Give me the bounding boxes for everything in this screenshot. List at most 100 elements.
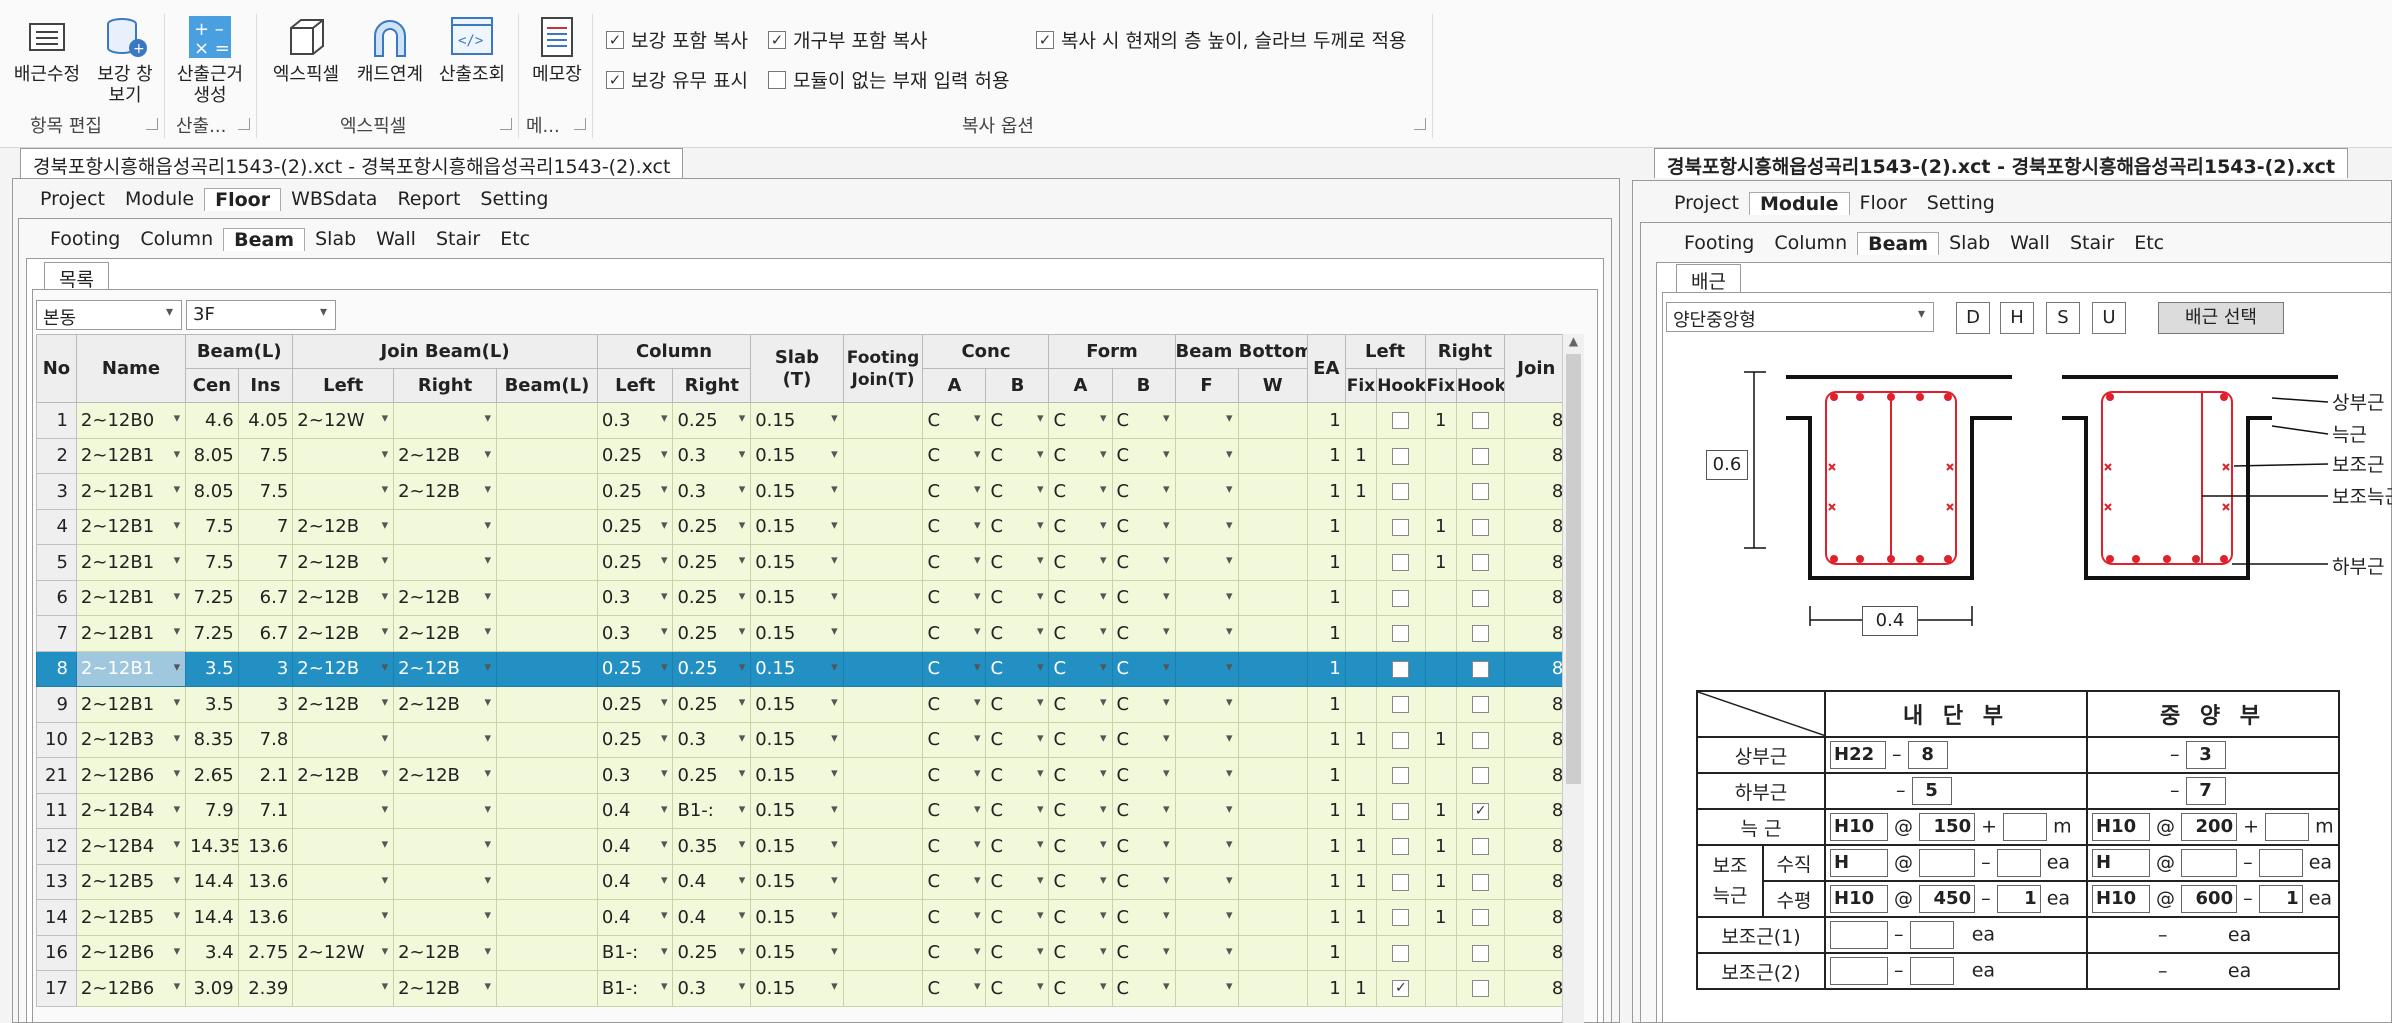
cell-bottom-f[interactable] [1174, 686, 1239, 723]
cell-form-b[interactable]: C [1111, 721, 1176, 758]
header-left-hook[interactable]: Hook [1376, 368, 1426, 403]
checkbox-icon[interactable] [1392, 802, 1410, 820]
cell-right-hook[interactable] [1455, 934, 1506, 971]
cell-right-hook[interactable]: ✓ [1455, 792, 1506, 829]
checkbox-icon[interactable] [1472, 873, 1490, 891]
cell-ins[interactable]: 7.5 [237, 437, 294, 474]
header-conc[interactable]: Conc [922, 334, 1050, 369]
option-show-reinforce[interactable]: ✓ 보강 유무 표시 [606, 66, 748, 93]
cell-name[interactable]: 2~12B1 [75, 473, 187, 510]
cell-no[interactable]: 7 [36, 615, 77, 652]
cell-form-b[interactable]: C [1111, 579, 1176, 616]
header-no[interactable]: No [36, 334, 77, 403]
cell-conc-b[interactable]: C [985, 934, 1050, 971]
cell-ins[interactable]: 13.6 [237, 863, 294, 900]
cell-join[interactable]: 8 [1504, 792, 1569, 829]
tab-report[interactable]: Report [387, 188, 470, 211]
cell-join-left[interactable]: 2~12B [292, 615, 395, 652]
cell-footing-join[interactable] [842, 615, 924, 652]
cell-join-left[interactable] [292, 970, 395, 1007]
checkbox-icon[interactable] [1472, 838, 1490, 856]
checkbox-icon[interactable] [1392, 909, 1410, 927]
cell-join-right[interactable] [393, 828, 498, 865]
notepad-button[interactable]: 메모장 [524, 14, 590, 85]
cell-join[interactable]: 8 [1504, 934, 1569, 971]
cell-join[interactable]: 8 [1504, 650, 1569, 687]
cell-join-beam[interactable] [496, 899, 598, 936]
cell-conc-a[interactable]: C [922, 757, 987, 794]
cell-ins[interactable]: 6.7 [237, 579, 294, 616]
header-bottom-w[interactable]: W [1237, 368, 1308, 403]
cell-slab[interactable]: 0.15 [750, 934, 844, 971]
cell-join-right[interactable] [393, 544, 498, 581]
header-bottom-f[interactable]: F [1174, 368, 1239, 403]
cell-form-a[interactable]: C [1048, 934, 1113, 971]
table-row[interactable]: 112~12B47.97.10.4B1-:0.15CCCC111✓8 [36, 792, 1580, 829]
cell-join[interactable]: 8 [1504, 828, 1569, 865]
cell-form-a[interactable]: C [1048, 402, 1113, 439]
cell-col-right[interactable]: 0.3 [672, 721, 752, 758]
cell-slab[interactable]: 0.15 [750, 615, 844, 652]
cell-name[interactable]: 2~12B1 [75, 686, 187, 723]
table-row[interactable]: 212~12B62.652.12~12B2~12B0.30.250.15CCCC… [36, 757, 1580, 794]
cell-slab[interactable]: 0.15 [750, 544, 844, 581]
cell-join-left[interactable] [292, 828, 395, 865]
cell-conc-b[interactable]: C [985, 686, 1050, 723]
cell-cen[interactable]: 8.05 [185, 437, 239, 474]
cell-bottom-f[interactable] [1174, 402, 1239, 439]
cell-footing-join[interactable] [842, 934, 924, 971]
cell-col-left[interactable]: 0.25 [596, 544, 674, 581]
checkbox-icon[interactable] [768, 70, 786, 89]
checkbox-icon[interactable] [1472, 412, 1490, 430]
cell-col-left[interactable]: 0.4 [596, 899, 674, 936]
calc-basis-button[interactable]: + – × = 산출근거 생성 [170, 14, 250, 106]
cell-name[interactable]: 2~12B6 [75, 970, 187, 1007]
checkbox-icon[interactable]: ✓ [1392, 980, 1410, 998]
cell-conc-a[interactable]: C [922, 792, 987, 829]
cell-right-fix[interactable] [1424, 757, 1457, 794]
group-launcher-icon[interactable] [238, 118, 250, 130]
stir-mid-spacing[interactable]: 200 [2181, 813, 2238, 841]
cell-right-hook[interactable] [1455, 402, 1506, 439]
tab-module[interactable]: Module [1749, 192, 1850, 215]
cell-name[interactable]: 2~12B6 [75, 757, 187, 794]
cell-cen[interactable]: 7.9 [185, 792, 239, 829]
cell-conc-a[interactable]: C [922, 508, 987, 545]
cell-col-left[interactable]: 0.25 [596, 686, 674, 723]
cell-right-fix[interactable] [1424, 473, 1457, 510]
option-copy-with-opening[interactable]: ✓ 개구부 포함 복사 [768, 26, 927, 53]
cell-name[interactable]: 2~12B1 [75, 437, 187, 474]
cell-form-b[interactable]: C [1111, 686, 1176, 723]
cell-right-fix[interactable]: 1 [1424, 828, 1457, 865]
cell-join-right[interactable]: 2~12B [393, 437, 498, 474]
cell-form-b[interactable]: C [1111, 863, 1176, 900]
height-dimension[interactable]: 0.6 [1706, 450, 1748, 480]
cell-conc-b[interactable]: C [985, 579, 1050, 616]
cell-join[interactable]: 8 [1504, 721, 1569, 758]
cell-join-left[interactable] [292, 721, 395, 758]
cell-left-fix[interactable] [1344, 934, 1378, 971]
horz-mid-spacing[interactable]: 600 [2181, 885, 2238, 913]
cell-ins[interactable]: 13.6 [237, 899, 294, 936]
horz-end-dia[interactable]: H10 [1830, 885, 1888, 913]
tab-wall[interactable]: Wall [366, 228, 426, 251]
cell-form-b[interactable]: C [1111, 473, 1176, 510]
cell-left-hook[interactable] [1376, 757, 1426, 794]
tab-project[interactable]: Project [1664, 192, 1749, 215]
cell-cen[interactable]: 14.35 [185, 828, 239, 865]
cell-form-b[interactable]: C [1111, 899, 1176, 936]
cell-no[interactable]: 10 [36, 721, 77, 758]
right-document-tab[interactable]: 경북포항시흥해읍성곡리1543-(2).xct - 경북포항시흥해읍성곡리154… [1654, 148, 2349, 178]
cell-conc-b[interactable]: C [985, 721, 1050, 758]
checkbox-icon[interactable] [1392, 518, 1410, 536]
tab-setting[interactable]: Setting [470, 188, 558, 211]
cell-bottom-f[interactable] [1174, 544, 1239, 581]
tab-column[interactable]: Column [130, 228, 223, 251]
cell-ins[interactable]: 7 [237, 544, 294, 581]
cell-join[interactable]: 8 [1504, 899, 1569, 936]
building-select[interactable]: 본동 [36, 300, 182, 330]
cell-form-b[interactable]: C [1111, 828, 1176, 865]
cell-left-fix[interactable] [1344, 650, 1378, 687]
rebar-edit-button[interactable]: 배근수정 [8, 14, 86, 85]
cell-cen[interactable]: 8.05 [185, 473, 239, 510]
